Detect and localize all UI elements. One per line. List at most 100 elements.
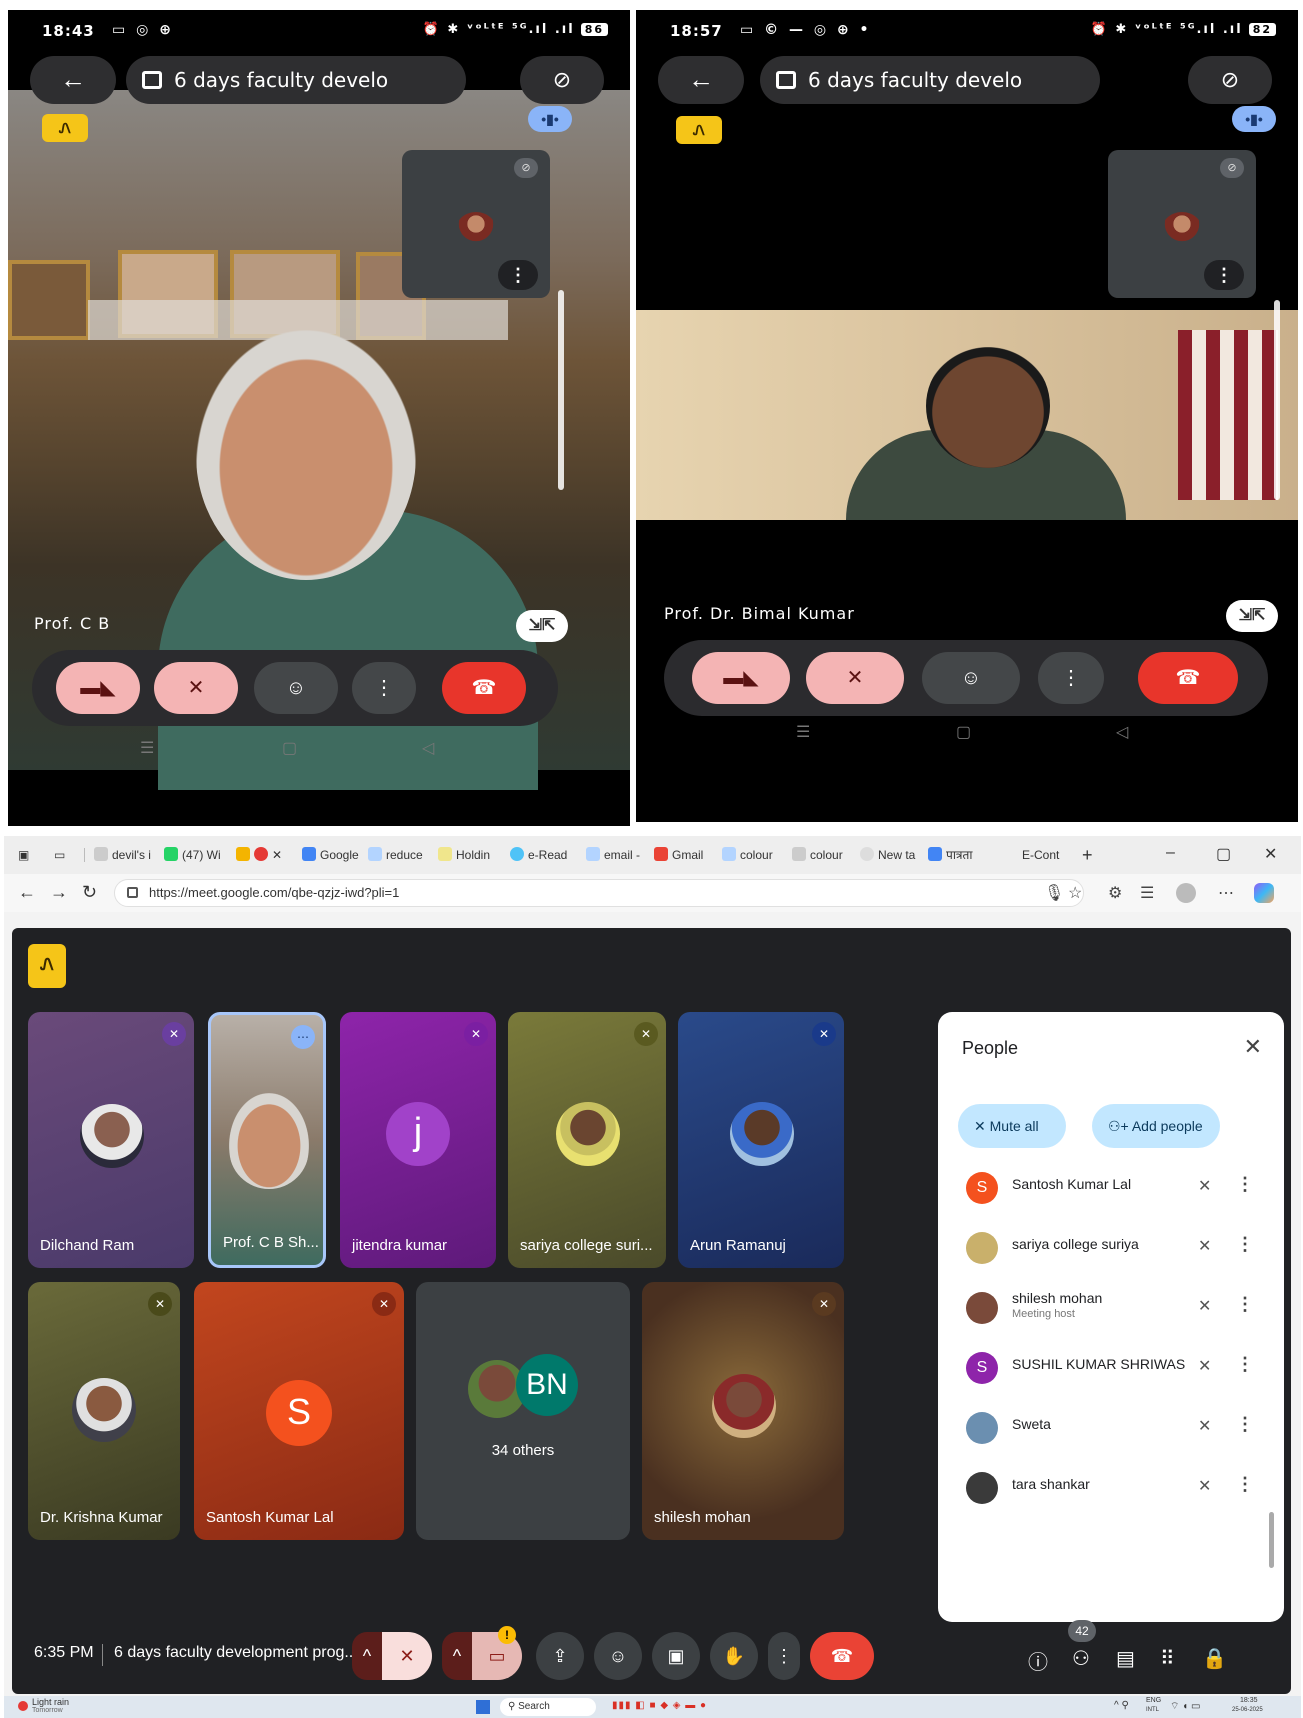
hangup-button[interactable]: ☎ <box>442 662 526 714</box>
mic-off-button[interactable]: ✕ <box>806 652 904 704</box>
tab-whatsapp[interactable]: (47) Wi <box>164 845 221 865</box>
self-view-tile[interactable]: ⊘ ⋮ <box>1108 150 1256 298</box>
home-icon[interactable]: ▢ <box>282 738 297 758</box>
tab-holding[interactable]: Holdin <box>438 845 490 865</box>
reactions-button[interactable]: ☺ <box>594 1632 642 1680</box>
close-icon[interactable]: ✕ <box>1244 1034 1262 1060</box>
extensions-icon[interactable]: ⚙ <box>1108 883 1122 903</box>
taskbar-app-icons[interactable]: ▮▮▮ ◧ ■ ◆ ◈ ▬ ● <box>612 1700 707 1711</box>
people-scrollbar[interactable] <box>1269 1512 1274 1568</box>
language-indicator[interactable]: ENG <box>1146 1697 1161 1704</box>
people-list-item[interactable]: tara shankar ✕ ⋮ <box>962 1464 1262 1514</box>
tab-reduce[interactable]: reduce <box>368 845 423 865</box>
copilot-icon[interactable] <box>1254 883 1274 903</box>
mic-permission-icon[interactable]: 🎙 <box>1044 883 1064 903</box>
participant-tile[interactable]: ✕ Dilchand Ram <box>28 1012 194 1268</box>
more-options-icon[interactable]: ⋮ <box>1236 1174 1254 1195</box>
mic-off-icon[interactable]: ✕ <box>1198 1476 1211 1496</box>
more-options-button[interactable]: ⋮ <box>498 260 538 290</box>
people-list-item[interactable]: Sweta ✕ ⋮ <box>962 1404 1262 1454</box>
participant-tile[interactable]: ✕ S Santosh Kumar Lal <box>194 1282 404 1540</box>
reactions-button[interactable]: ☺ <box>922 652 1020 704</box>
meeting-info-icon[interactable]: ⓘ <box>1028 1646 1048 1675</box>
speaker-muted-button[interactable]: ⊘ <box>520 56 604 104</box>
tab-new[interactable]: New ta <box>860 845 915 865</box>
mic-off-button[interactable]: ✕ <box>382 1632 432 1680</box>
more-options-icon[interactable]: ⋯ <box>291 1025 315 1049</box>
mic-off-icon[interactable]: ✕ <box>1198 1176 1211 1196</box>
tab-patrata[interactable]: पात्रता <box>928 845 973 865</box>
raise-hand-button[interactable]: ✋ <box>710 1632 758 1680</box>
recent-apps-icon[interactable]: ☰ <box>140 738 154 758</box>
host-controls-icon[interactable]: 🔒 <box>1202 1646 1227 1671</box>
activities-icon[interactable]: ⠿ <box>1160 1646 1175 1671</box>
home-icon[interactable]: ▢ <box>956 722 971 742</box>
tray-icons[interactable]: ^ ⚲ <box>1114 1700 1129 1711</box>
mute-all-button[interactable]: ✕ Mute all <box>958 1104 1066 1148</box>
chat-icon[interactable]: ▤ <box>1116 1646 1135 1671</box>
participant-tile[interactable]: ✕ sariya college suri... <box>508 1012 666 1268</box>
people-icon[interactable]: ⚇ <box>1072 1646 1090 1671</box>
tab-colour-2[interactable]: colour <box>792 845 843 865</box>
mic-off-icon[interactable]: ✕ <box>1198 1236 1211 1256</box>
forward-icon[interactable]: → <box>50 882 68 903</box>
new-tab-button[interactable]: + <box>1082 845 1093 865</box>
more-options-button[interactable]: ⋮ <box>1204 260 1244 290</box>
collapse-icon[interactable]: ⇲⇱ <box>516 610 568 642</box>
participant-tile-active[interactable]: ⋯ Prof. C B Sh... <box>208 1012 326 1268</box>
mic-off-button[interactable]: ✕ <box>154 662 238 714</box>
reactions-button[interactable]: ☺ <box>254 662 338 714</box>
camera-off-button[interactable]: ▬◣ <box>692 652 790 704</box>
people-list-item[interactable]: S Santosh Kumar Lal ✕ ⋮ <box>962 1164 1262 1214</box>
collapse-icon[interactable]: ⇲⇱ <box>1226 600 1278 632</box>
more-options-icon[interactable]: ⋮ <box>1236 1234 1254 1255</box>
tab-meet-active[interactable]: ✕ <box>236 845 282 865</box>
minimize-button[interactable]: – <box>1166 844 1175 862</box>
present-screen-button[interactable]: ⇪ <box>536 1632 584 1680</box>
tab-email[interactable]: email - <box>586 845 640 865</box>
tab-gmail[interactable]: Gmail <box>654 845 703 865</box>
more-options-icon[interactable]: ⋮ <box>1236 1474 1254 1495</box>
hangup-button[interactable]: ☎ <box>1138 652 1238 704</box>
back-nav-icon[interactable]: ◁ <box>422 738 434 758</box>
more-options-icon[interactable]: ⋮ <box>1236 1354 1254 1375</box>
add-people-button[interactable]: ⚇+ Add people <box>1092 1104 1220 1148</box>
people-list-item[interactable]: sariya college suriya ✕ ⋮ <box>962 1224 1262 1274</box>
clock-time[interactable]: 18:35 <box>1240 1697 1258 1704</box>
workspaces-icon[interactable]: ▣ <box>18 845 29 865</box>
back-icon[interactable]: ← <box>18 882 36 903</box>
profile-avatar[interactable] <box>1176 883 1196 903</box>
participant-tile[interactable]: ✕ Dr. Krishna Kumar <box>28 1282 180 1540</box>
tab-devils[interactable]: devil's i <box>94 845 151 865</box>
people-list-item[interactable]: shilesh mohan Meeting host ✕ ⋮ <box>962 1284 1262 1334</box>
mic-off-icon[interactable]: ✕ <box>1198 1416 1211 1436</box>
network-volume-battery-icons[interactable]: ⌔ ◖ ▭ <box>1170 1700 1200 1713</box>
tab-colour-1[interactable]: colour <box>722 845 773 865</box>
mic-off-icon[interactable]: ✕ <box>1198 1356 1211 1376</box>
people-list-item[interactable]: S SUSHIL KUMAR SHRIWAS ✕ ⋮ <box>962 1344 1262 1394</box>
favorites-icon[interactable]: ☰ <box>1140 883 1154 903</box>
captions-button[interactable]: ▣ <box>652 1632 700 1680</box>
others-tile[interactable]: BN 34 others <box>416 1282 630 1540</box>
recent-apps-icon[interactable]: ☰ <box>796 722 810 742</box>
tab-google[interactable]: Google <box>302 845 359 865</box>
leave-call-button[interactable]: ☎ <box>810 1632 874 1680</box>
speaker-muted-button[interactable]: ⊘ <box>1188 56 1272 104</box>
meeting-title-pill[interactable]: 6 days faculty develo <box>760 56 1100 104</box>
more-options-icon[interactable]: ⋮ <box>1236 1294 1254 1315</box>
back-button[interactable]: ← <box>30 56 116 104</box>
tab-actions-icon[interactable]: ▭ <box>54 845 65 865</box>
participant-tile[interactable]: ✕ j jitendra kumar <box>340 1012 496 1268</box>
self-view-tile[interactable]: ⊘ ⋮ <box>402 150 550 298</box>
back-nav-icon[interactable]: ◁ <box>1116 722 1128 742</box>
reload-icon[interactable]: ↻ <box>82 882 97 903</box>
more-options-button[interactable]: ⋮ <box>352 662 416 714</box>
audio-settings-caret[interactable]: ^ <box>352 1632 382 1680</box>
more-options-button[interactable]: ⋮ <box>1038 652 1104 704</box>
more-options-button[interactable]: ⋮ <box>768 1632 800 1680</box>
back-button[interactable]: ← <box>658 56 744 104</box>
favorite-star-icon[interactable]: ☆ <box>1068 883 1082 903</box>
meeting-title-pill[interactable]: 6 days faculty develo <box>126 56 466 104</box>
video-settings-caret[interactable]: ^ <box>442 1632 472 1680</box>
more-options-icon[interactable]: ⋮ <box>1236 1414 1254 1435</box>
